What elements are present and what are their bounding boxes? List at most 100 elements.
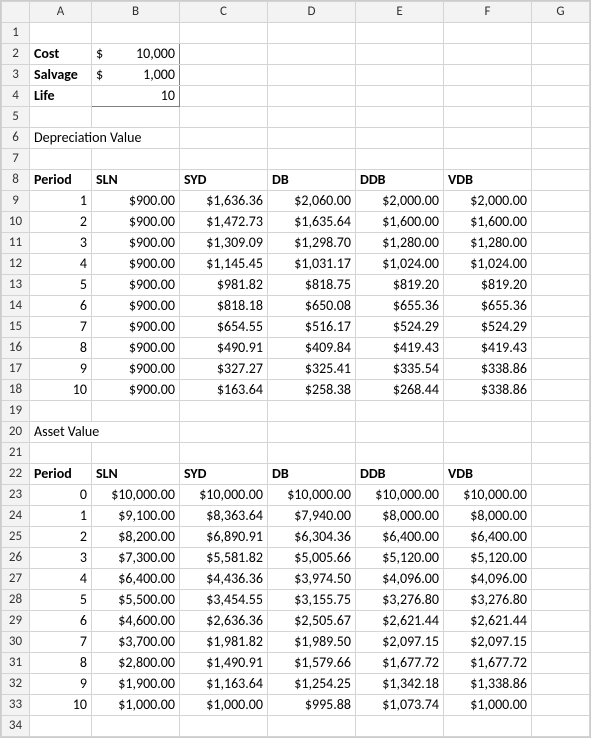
cell[interactable] [444,149,532,170]
cell-period[interactable]: 1 [30,191,92,212]
cell-period[interactable]: 9 [30,359,92,380]
col-header-A[interactable]: A [30,2,92,23]
cell-syd[interactable]: $490.91 [180,338,268,359]
row-header[interactable]: 4 [2,86,30,107]
cell[interactable] [532,380,590,401]
cell-header-syd[interactable]: SYD [180,464,268,485]
cell[interactable] [268,149,356,170]
cell-period[interactable]: 6 [30,611,92,632]
cell-vdb[interactable]: $1,000.00 [444,695,532,716]
row-header[interactable]: 23 [2,485,30,506]
cell[interactable] [180,65,268,86]
cell-vdb[interactable]: $1,024.00 [444,254,532,275]
row-header[interactable]: 10 [2,212,30,233]
col-header-C[interactable]: C [180,2,268,23]
row-header[interactable]: 5 [2,107,30,128]
cell-syd[interactable]: $1,163.64 [180,674,268,695]
cell[interactable] [532,548,590,569]
row-header[interactable]: 11 [2,233,30,254]
cell-ddb[interactable]: $524.29 [356,317,444,338]
cell-ddb[interactable]: $2,097.15 [356,632,444,653]
cell-vdb[interactable]: $8,000.00 [444,506,532,527]
cell-header-ddb[interactable]: DDB [356,464,444,485]
row-header[interactable]: 27 [2,569,30,590]
cell-vdb[interactable]: $1,280.00 [444,233,532,254]
cell-header-vdb[interactable]: VDB [444,170,532,191]
cell-ddb[interactable]: $1,600.00 [356,212,444,233]
row-header[interactable]: 14 [2,296,30,317]
cell-vdb[interactable]: $338.86 [444,359,532,380]
cell-vdb[interactable]: $2,097.15 [444,632,532,653]
cell-cost-label[interactable]: Cost [30,44,92,65]
cell[interactable] [532,296,590,317]
cell-sln[interactable]: $900.00 [92,212,180,233]
cell-period[interactable]: 3 [30,233,92,254]
cell[interactable] [30,149,92,170]
row-header[interactable]: 16 [2,338,30,359]
cell[interactable] [532,632,590,653]
cell-sln[interactable]: $1,900.00 [92,674,180,695]
cell[interactable] [180,422,268,443]
cell-db[interactable]: $7,940.00 [268,506,356,527]
cell-period[interactable]: 2 [30,212,92,233]
cell-life-label[interactable]: Life [30,86,92,107]
cell-period[interactable]: 4 [30,569,92,590]
cell[interactable] [268,65,356,86]
cell-syd[interactable]: $981.82 [180,275,268,296]
cell-period[interactable]: 10 [30,695,92,716]
cell[interactable] [356,107,444,128]
cell-header-period[interactable]: Period [30,464,92,485]
cell-db[interactable]: $325.41 [268,359,356,380]
cell[interactable] [92,401,180,422]
spreadsheet[interactable]: A B C D E F G 1 2 Cost $10,000 3 Salvage… [0,0,591,738]
cell[interactable] [532,464,590,485]
cell-sln[interactable]: $900.00 [92,359,180,380]
row-header[interactable]: 12 [2,254,30,275]
cell-db[interactable]: $5,005.66 [268,548,356,569]
cell[interactable] [444,401,532,422]
col-header-F[interactable]: F [444,2,532,23]
cell-period[interactable]: 7 [30,632,92,653]
cell-ddb[interactable]: $268.44 [356,380,444,401]
grid[interactable]: A B C D E F G 1 2 Cost $10,000 3 Salvage… [1,1,590,737]
cell[interactable] [532,401,590,422]
cell[interactable] [30,23,92,44]
cell-section-asset[interactable]: Asset Value [30,422,180,443]
cell-ddb[interactable]: $419.43 [356,338,444,359]
cell-db[interactable]: $650.08 [268,296,356,317]
row-header[interactable]: 28 [2,590,30,611]
cell-db[interactable]: $3,974.50 [268,569,356,590]
cell-db[interactable]: $516.17 [268,317,356,338]
cell[interactable] [356,86,444,107]
cell-syd[interactable]: $4,436.36 [180,569,268,590]
cell[interactable] [532,695,590,716]
cell[interactable] [532,338,590,359]
cell[interactable] [180,107,268,128]
cell-ddb[interactable]: $1,073.74 [356,695,444,716]
cell[interactable] [180,401,268,422]
cell-db[interactable]: $2,060.00 [268,191,356,212]
cell[interactable] [356,149,444,170]
cell[interactable] [30,716,92,737]
cell-period[interactable]: 0 [30,485,92,506]
row-header[interactable]: 17 [2,359,30,380]
cell-db[interactable]: $2,505.67 [268,611,356,632]
cell-db[interactable]: $6,304.36 [268,527,356,548]
cell-vdb[interactable]: $655.36 [444,296,532,317]
cell-period[interactable]: 5 [30,590,92,611]
cell[interactable] [92,716,180,737]
row-header[interactable]: 18 [2,380,30,401]
cell[interactable] [180,44,268,65]
row-header[interactable]: 26 [2,548,30,569]
cell-ddb[interactable]: $2,000.00 [356,191,444,212]
cell[interactable] [532,485,590,506]
cell-db[interactable]: $1,989.50 [268,632,356,653]
cell[interactable] [532,506,590,527]
cell-salvage-value[interactable]: $1,000 [92,65,180,86]
cell-db[interactable]: $1,298.70 [268,233,356,254]
cell[interactable] [268,107,356,128]
cell-vdb[interactable]: $1,600.00 [444,212,532,233]
row-header[interactable]: 2 [2,44,30,65]
cell[interactable] [30,107,92,128]
cell-ddb[interactable]: $3,276.80 [356,590,444,611]
